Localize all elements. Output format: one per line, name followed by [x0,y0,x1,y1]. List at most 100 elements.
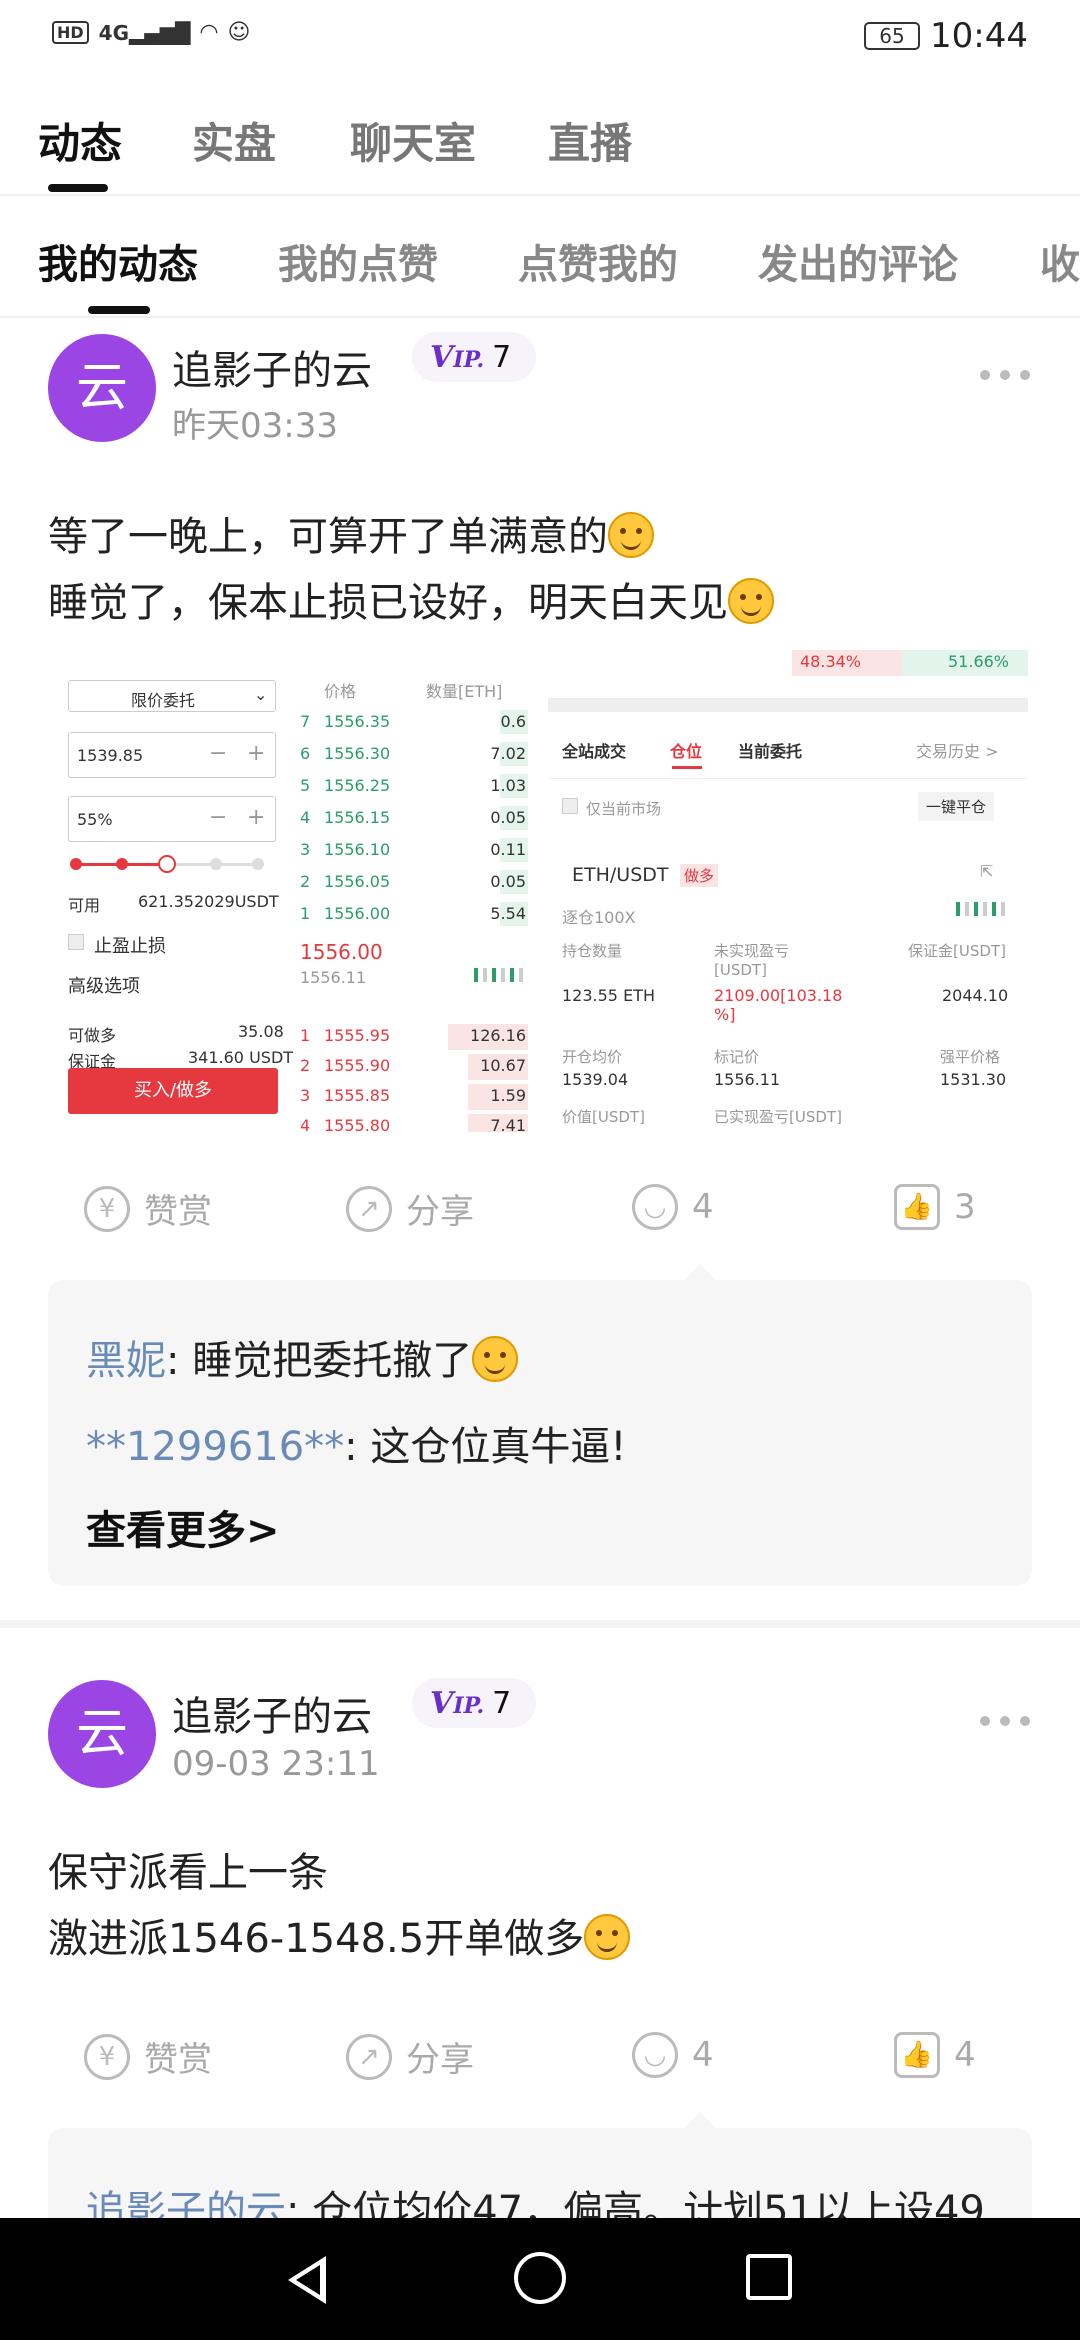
ask-row: 1 1556.00 5.54 [298,902,528,926]
tab-open-orders: 当前委托 [738,742,803,761]
clock: 10:44 [930,16,1028,56]
reward-button[interactable]: ¥ 赞赏 [84,2032,212,2081]
tab-positions: 仓位 [670,742,703,761]
active-tab-indicator [48,184,108,192]
tab-dynamics[interactable]: 动态 [38,110,122,171]
vip-logo: VIP. [430,339,485,375]
yen-coin-icon: ¥ [84,1185,130,1232]
checkbox-icon [562,798,578,814]
ask-row: 3 1556.10 0.11 [298,838,528,862]
post-content-line: 睡觉了，保本止损已设好，明天白天见 [48,570,774,628]
share-button[interactable]: ↗ 分享 [346,1184,474,1233]
battery-icon: 65 [864,22,921,50]
minus-icon: − [209,741,228,766]
home-icon[interactable] [514,2252,566,2304]
more-options-icon[interactable] [980,1716,1030,1726]
chevron-down-icon: ⌄ [254,685,268,704]
sleepy-emoji-icon [472,1336,519,1382]
see-more-link[interactable]: 查看更多> [86,1498,280,1556]
subtab-liked-me[interactable]: 点赞我的 [518,232,678,290]
subtab-my-likes[interactable]: 我的点赞 [278,232,438,290]
thumbs-up-icon: 👍 [894,2032,940,2078]
avatar[interactable]: 云 [48,334,156,442]
plus-icon: + [247,805,266,830]
status-bar: HD 4G▂▄▆█ ◠ ☺ 65 10:44 [0,0,1080,74]
checkbox-icon [68,934,84,950]
divider [0,194,1080,196]
share-button[interactable]: ↗ 分享 [346,2032,474,2081]
ask-row: 4 1556.15 0.05 [298,806,528,830]
comment-button[interactable]: ◡ 4 [632,2032,714,2078]
ask-row: 5 1556.25 1.03 [298,774,528,798]
thumbs-up-icon: 👍 [894,1184,940,1230]
main-tabs: 动态 实盘 聊天室 直播 [0,100,1080,196]
status-right: 65 10:44 [864,16,1028,56]
vip-badge: VIP. 7 [412,332,536,382]
ask-row: 6 1556.30 7.02 [298,742,528,766]
tab-live-trading[interactable]: 实盘 [192,110,276,171]
close-all-button-image: 一键平仓 [918,792,995,821]
subtab-my-comments[interactable]: 发出的评论 [758,232,958,290]
vip-logo: VIP. [430,1685,485,1721]
minus-icon: − [209,805,228,830]
recent-apps-icon[interactable] [746,2254,792,2300]
reward-button[interactable]: ¥ 赞赏 [84,1184,212,1233]
author-name[interactable]: 追影子的云 [172,338,372,396]
tab-all-trades: 全站成交 [562,742,627,761]
grin-emoji-icon [608,512,654,558]
like-button[interactable]: 👍 3 [894,1184,976,1230]
post-time: 09-03 23:11 [172,1744,380,1784]
status-left: HD 4G▂▄▆█ ◠ ☺ [52,20,250,45]
vip-level: 7 [492,339,512,375]
post-time: 昨天03:33 [172,406,338,446]
percent-input-image: 55% − + [68,796,276,842]
comments-box: 黑妮: 睡觉把委托撤了 **1299616**: 这仓位真牛逼! 查看更多> [48,1264,1032,1586]
share-icon: ⇱ [980,862,994,881]
system-navigation-bar [0,2218,1080,2340]
yen-coin-icon: ¥ [84,2033,130,2080]
ask-row: 2 1556.05 0.05 [298,870,528,894]
wifi-icon: ◠ [200,20,218,45]
post-image-order-book[interactable]: 限价委托 ⌄ 1539.85 − + 55% − + 可用 621.352029… [48,650,528,1132]
bid-row: 3 1555.85 1.59 [298,1084,528,1110]
post-divider [0,1620,1080,1628]
hd-icon: HD [52,21,89,44]
vip-level: 7 [492,1685,512,1721]
order-type-select: 限价委托 ⌄ [68,680,276,712]
adl-indicator [956,902,1006,916]
comment-button[interactable]: ◡ 4 [632,1184,714,1230]
post-image-position[interactable]: 48.34% 51.66% 全站成交 仓位 当前委托 交易历史 > 仅当前市场 … [548,650,1028,1132]
post-content-line: 等了一晚上，可算开了单满意的 [48,504,654,562]
subtab-favorites[interactable]: 收 [1040,232,1080,290]
post-actions: ¥ 赞赏 ↗ 分享 ◡ 4 👍 3 [0,1184,1080,1254]
comment[interactable]: **1299616**: 这仓位真牛逼! [86,1414,626,1472]
smile-emoji-icon [728,578,774,624]
comment[interactable]: 黑妮: 睡觉把委托撤了 [86,1328,519,1386]
active-subtab-indicator [88,306,150,314]
leverage-slider [70,855,264,873]
signal-icon: 4G▂▄▆█ [98,20,191,45]
post-content-line: 保守派看上一条 [48,1850,328,1896]
post-content-line: 激进派1546-1548.5开单做多 [48,1906,631,1964]
author-name[interactable]: 追影子的云 [172,1684,372,1742]
subtab-my-posts[interactable]: 我的动态 [38,232,198,290]
like-button[interactable]: 👍 4 [894,2032,976,2078]
tab-chat-room[interactable]: 聊天室 [350,110,476,171]
smile-emoji-icon [584,1914,631,1960]
price-input-image: 1539.85 − + [68,732,276,778]
share-arrow-icon: ↗ [346,1185,392,1232]
more-options-icon[interactable] [980,370,1030,380]
app-notification-icon: ☺ [227,20,251,45]
bid-row: 2 1555.90 10.67 [298,1054,528,1080]
comment-bubble-icon: ◡ [632,2032,678,2078]
share-arrow-icon: ↗ [346,2033,392,2080]
bid-row: 1 1555.95 126.16 [298,1024,528,1050]
buy-long-button-image: 买入/做多 [68,1068,278,1114]
sub-tabs: 我的动态 我的点赞 点赞我的 发出的评论 收 [0,228,1080,318]
avatar[interactable]: 云 [48,1680,156,1788]
vip-badge: VIP. 7 [412,1678,536,1728]
post-actions: ¥ 赞赏 ↗ 分享 ◡ 4 👍 4 [0,2032,1080,2102]
bid-row: 4 1555.80 7.41 [298,1114,528,1132]
tab-live-stream[interactable]: 直播 [548,110,632,171]
plus-icon: + [247,741,266,766]
